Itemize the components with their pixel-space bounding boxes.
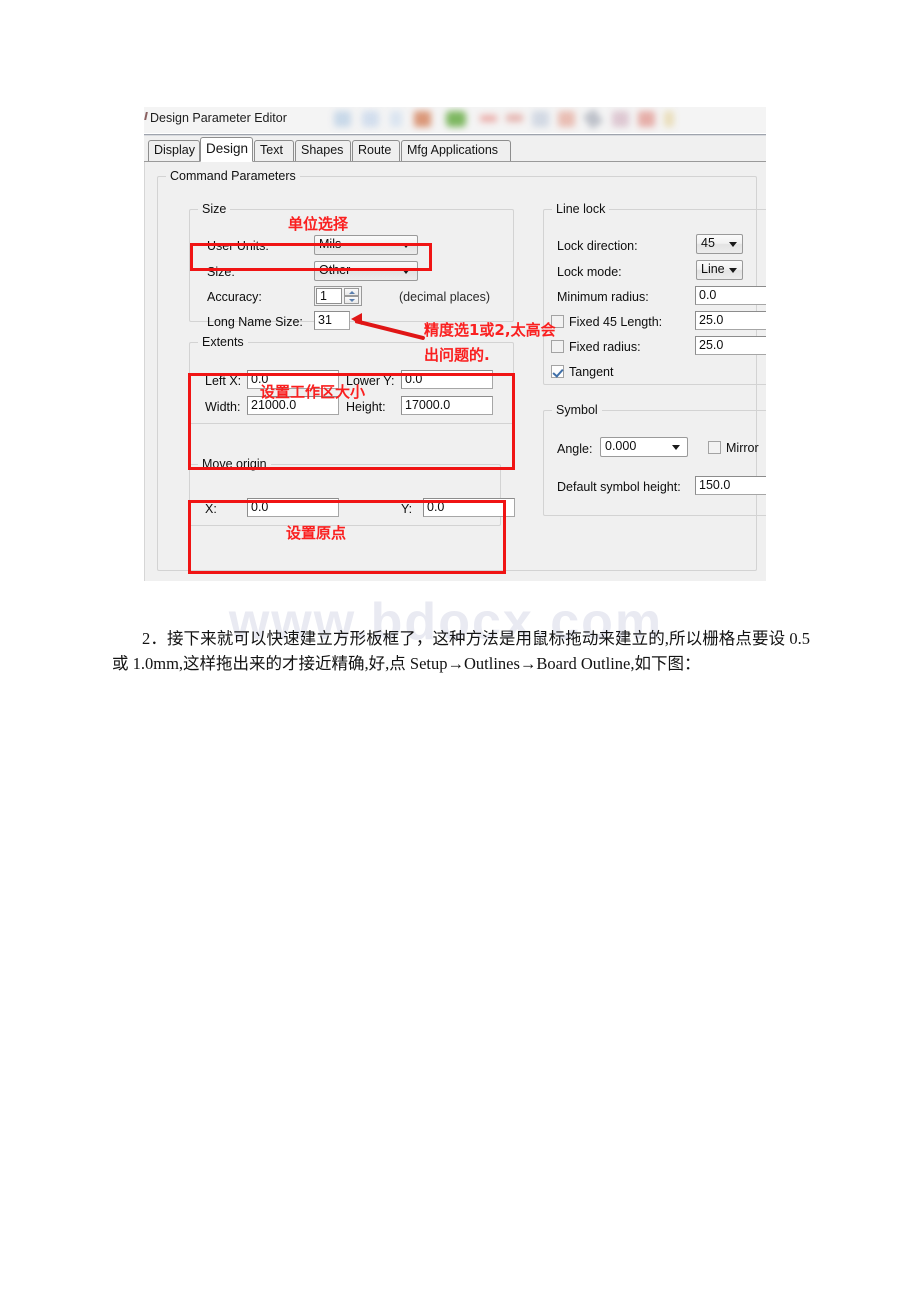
label-user-units: User Units: <box>207 239 269 253</box>
label-long-name-size: Long Name Size: <box>207 315 303 329</box>
annotation-work-area-size: 设置工作区大小 <box>260 383 366 401</box>
input-fixed-45-length[interactable]: 25.0 <box>695 311 766 330</box>
input-long-name-size[interactable]: 31 <box>314 311 350 330</box>
toolbar-icon-10 <box>582 108 604 130</box>
paragraph-text: 接下来就可以快速建立方形板框了，这种方法是用鼠标拖动来建立的,所以栅格点要设 0… <box>112 629 811 673</box>
label-lock-mode: Lock mode: <box>557 265 622 279</box>
label-origin-y: Y: <box>401 502 413 516</box>
toolbar-icon-8 <box>532 111 549 127</box>
chevron-down-icon <box>402 269 410 274</box>
combo-size[interactable]: Other <box>314 261 418 281</box>
input-origin-y[interactable]: 0.0 <box>423 498 515 517</box>
tab-mfg-applications[interactable]: Mfg Applications <box>401 140 511 161</box>
group-line-lock-legend: Line lock <box>552 202 610 216</box>
annotation-unit-selection: 单位选择 <box>288 215 349 233</box>
label-fixed-45-length: Fixed 45 Length: <box>569 315 663 329</box>
group-move-origin-legend: Move origin <box>198 457 271 471</box>
tab-route[interactable]: Route <box>352 140 400 161</box>
annotation-arrow-head-icon <box>351 313 362 325</box>
stepper-accuracy[interactable]: 1 <box>314 286 362 306</box>
tab-text[interactable]: Text <box>254 140 294 161</box>
input-fixed-radius[interactable]: 25.0 <box>695 336 766 355</box>
chevron-down-icon <box>672 445 680 450</box>
dialog-body: Command Parameters Size User Units: Mils… <box>144 162 766 581</box>
toolbar-icon-5 <box>446 111 466 127</box>
hint-decimal-places: (decimal places) <box>399 290 491 304</box>
input-default-symbol-height[interactable]: 150.0 <box>695 476 766 495</box>
label-angle: Angle: <box>557 442 593 456</box>
chevron-down-icon <box>729 242 737 247</box>
toolbar-icon-1 <box>334 111 351 127</box>
input-lower-y[interactable]: 0.0 <box>401 370 493 389</box>
dialog-titlebar: Design Parameter Editor <box>144 107 766 137</box>
group-size-legend: Size <box>198 202 231 216</box>
input-height[interactable]: 17000.0 <box>401 396 493 415</box>
toolbar-icon-7 <box>506 114 523 122</box>
toolbar-icon-3 <box>390 111 402 127</box>
window-menu-icon <box>144 112 148 120</box>
tab-shapes[interactable]: Shapes <box>295 140 351 161</box>
combo-angle[interactable]: 0.000 <box>600 437 688 457</box>
label-width: Width: <box>205 400 241 414</box>
toolbar-icon-9 <box>558 111 575 127</box>
annotation-accuracy-note-line1: 精度选1或2,太高会 <box>424 321 556 339</box>
group-command-parameters-legend: Command Parameters <box>166 169 300 183</box>
input-origin-x[interactable]: 0.0 <box>247 498 339 517</box>
checkbox-fixed-radius[interactable] <box>551 340 564 353</box>
chevron-down-icon <box>729 268 737 273</box>
checkbox-mirror[interactable] <box>708 441 721 454</box>
label-lock-direction: Lock direction: <box>557 239 638 253</box>
dialog-title: Design Parameter Editor <box>150 111 287 125</box>
combo-lock-mode[interactable]: Line <box>696 260 743 280</box>
label-minimum-radius: Minimum radius: <box>557 290 649 304</box>
input-minimum-radius[interactable]: 0.0 <box>695 286 766 305</box>
toolbar-icon-2 <box>362 111 379 127</box>
dialog-tabstrip: Display Design Text Shapes Route Mfg App… <box>144 137 766 162</box>
spinner-down-icon[interactable] <box>344 296 359 304</box>
toolbar-icon-12 <box>638 111 655 127</box>
label-mirror: Mirror <box>726 441 759 455</box>
label-accuracy: Accuracy: <box>207 290 262 304</box>
combo-user-units[interactable]: Mils <box>314 235 418 255</box>
annotation-set-origin: 设置原点 <box>286 524 347 542</box>
label-left-x: Left X: <box>205 374 242 388</box>
toolbar-icon-4 <box>414 111 431 127</box>
label-default-symbol-height: Default symbol height: <box>557 480 681 494</box>
accuracy-spin-buttons[interactable] <box>344 288 359 304</box>
annotation-accuracy-note-line2: 出问题的. <box>424 346 490 364</box>
label-height: Height: <box>346 400 386 414</box>
checkbox-tangent[interactable] <box>551 365 564 378</box>
body-paragraph: 2．接下来就可以快速建立方形板框了，这种方法是用鼠标拖动来建立的,所以栅格点要设… <box>112 626 810 676</box>
label-origin-x: X: <box>205 502 217 516</box>
paragraph-number: 2． <box>142 629 167 648</box>
spinner-up-icon[interactable] <box>344 288 359 296</box>
group-symbol: Symbol <box>543 403 766 516</box>
combo-lock-direction[interactable]: 45 <box>696 234 743 254</box>
combo-size-value: Other <box>319 263 351 277</box>
group-symbol-legend: Symbol <box>552 403 602 417</box>
combo-angle-value: 0.000 <box>605 439 637 453</box>
combo-lock-direction-value: 45 <box>701 236 715 250</box>
tab-design[interactable]: Design <box>200 137 253 162</box>
tab-display[interactable]: Display <box>148 140 200 161</box>
group-extents-legend: Extents <box>198 335 248 349</box>
combo-lock-mode-value: Line <box>701 262 725 276</box>
accuracy-value[interactable]: 1 <box>316 288 342 304</box>
toolbar-icon-13 <box>664 111 674 127</box>
label-size: Size: <box>207 265 235 279</box>
toolbar-icon-6 <box>480 115 497 122</box>
label-tangent: Tangent <box>569 365 614 379</box>
label-fixed-radius: Fixed radius: <box>569 340 641 354</box>
blurred-toolbar-icons <box>334 107 766 133</box>
chevron-down-icon <box>402 243 410 248</box>
toolbar-icon-11 <box>612 111 629 127</box>
combo-user-units-value: Mils <box>319 237 342 251</box>
